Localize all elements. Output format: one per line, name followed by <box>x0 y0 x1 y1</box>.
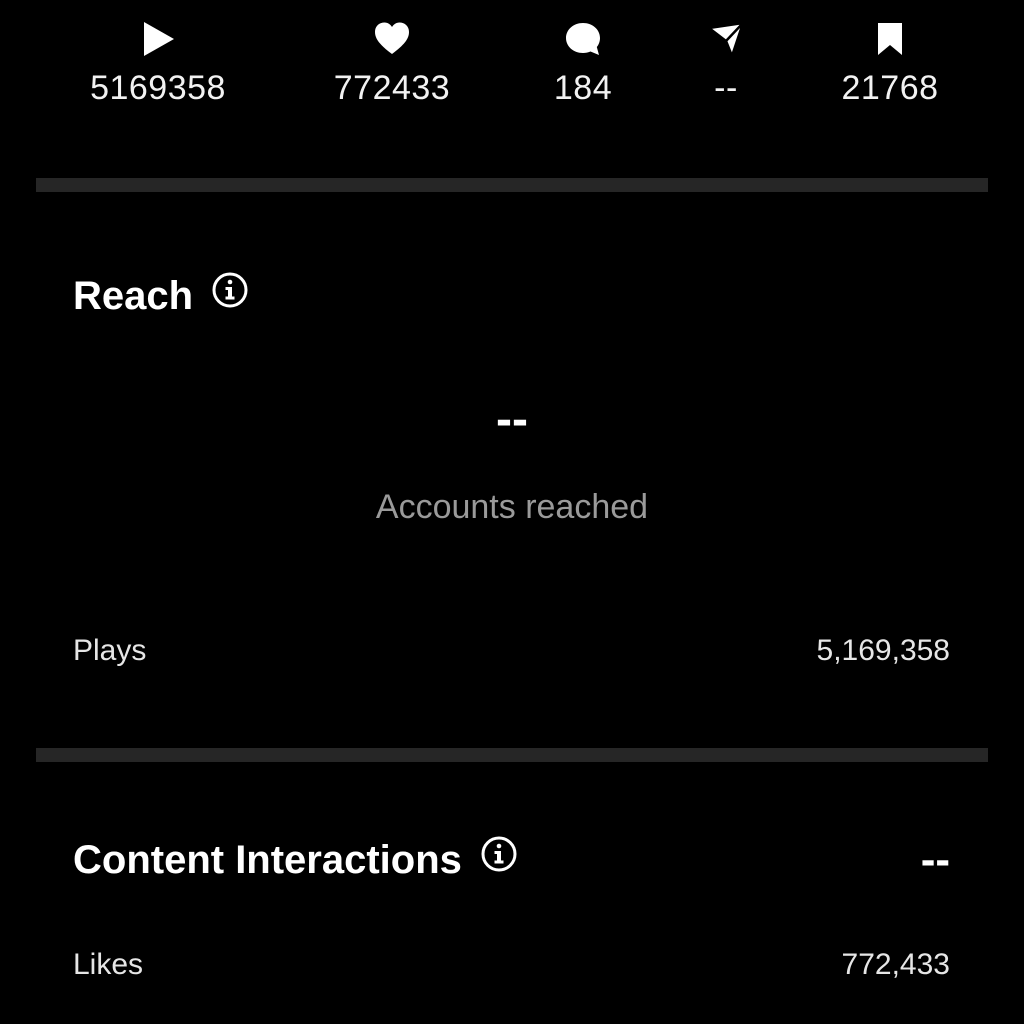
send-icon <box>636 20 816 58</box>
plays-value: 5,169,358 <box>816 634 950 667</box>
content-interactions-title-text: Content Interactions <box>73 837 462 882</box>
stat-saves: 21768 <box>800 20 980 108</box>
content-interactions-value: -- <box>920 835 950 884</box>
content-interactions-title: Content Interactions <box>73 835 518 884</box>
likes-label: Likes <box>73 948 144 981</box>
section-divider <box>36 178 988 192</box>
plays-count: 5169358 <box>90 69 226 107</box>
likes-count: 772433 <box>333 69 451 107</box>
info-icon[interactable] <box>211 271 249 320</box>
accounts-reached-value: -- <box>496 393 528 446</box>
stat-shares: -- <box>636 20 816 108</box>
bookmark-icon <box>800 20 980 58</box>
reach-section-title: Reach <box>73 271 249 320</box>
reach-title-text: Reach <box>73 273 194 318</box>
play-icon <box>68 20 248 58</box>
info-icon[interactable] <box>480 835 518 884</box>
accounts-reached-label: Accounts reached <box>375 488 649 526</box>
stat-likes: 772433 <box>302 20 482 108</box>
plays-label: Plays <box>73 634 147 667</box>
shares-count: -- <box>714 69 738 107</box>
likes-value: 772,433 <box>841 948 950 981</box>
section-divider <box>36 748 988 762</box>
saves-count: 21768 <box>841 69 939 107</box>
stat-plays: 5169358 <box>68 20 248 108</box>
heart-icon <box>302 20 482 58</box>
